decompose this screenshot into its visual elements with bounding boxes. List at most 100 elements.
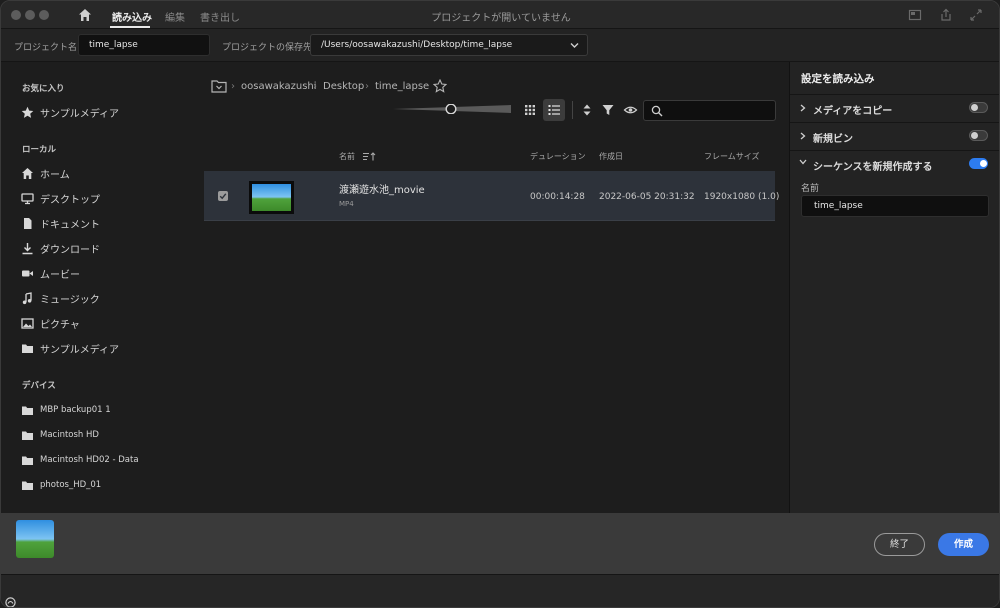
active-tab-indicator <box>110 26 150 28</box>
check-icon <box>219 193 227 200</box>
chevron-right-icon[interactable] <box>800 104 806 112</box>
project-name-label: プロジェクト名 <box>14 43 78 53</box>
status-bar <box>1 574 999 607</box>
devices-section-title: デバイス <box>22 381 56 391</box>
filter-icon[interactable] <box>601 103 615 117</box>
sidebar-item-sample-media[interactable]: サンプルメディア <box>21 340 191 356</box>
workspace-icon[interactable] <box>908 8 922 22</box>
column-header-duration[interactable]: デュレーション <box>530 151 586 162</box>
project-name-input[interactable]: time_lapse <box>78 34 210 56</box>
picture-icon <box>21 317 34 329</box>
column-header-frame-size[interactable]: フレームサイズ <box>704 151 760 162</box>
sidebar <box>1 62 201 513</box>
favorites-section-title: お気に入り <box>22 84 65 94</box>
breadcrumb-item-user[interactable]: oosawakazushi <box>241 81 317 92</box>
sidebar-item-label: photos_HD_01 <box>40 480 102 490</box>
music-note-icon <box>22 291 32 304</box>
new-sequence-label: シーケンスを新規作成する <box>813 162 933 173</box>
breadcrumb-item-desktop[interactable]: Desktop <box>323 81 364 92</box>
home-icon <box>22 167 33 179</box>
sort-ascending-icon <box>362 152 375 161</box>
star-icon <box>21 106 34 118</box>
sidebar-item-label: MBP backup01 1 <box>40 405 111 415</box>
creative-cloud-icon[interactable] <box>5 597 16 608</box>
eye-icon[interactable] <box>623 103 638 117</box>
folder-icon <box>22 481 33 490</box>
sidebar-item-documents[interactable]: ドキュメント <box>21 215 191 231</box>
breadcrumb-separator: › <box>365 81 369 92</box>
toolbar-divider <box>572 101 573 119</box>
download-icon <box>22 242 33 254</box>
folder-icon <box>22 406 33 415</box>
sort-icon[interactable] <box>580 103 594 117</box>
column-header-label: 名前 <box>339 152 355 161</box>
sequence-name-input[interactable]: time_lapse <box>801 195 989 217</box>
sidebar-item-label: ダウンロード <box>40 244 100 256</box>
clip-type: MP4 <box>339 200 354 208</box>
new-bin-label: 新規ビン <box>813 134 853 145</box>
title-bar: 読み込み 編集 書き出し プロジェクトが開いていません <box>1 1 999 29</box>
column-header-created[interactable]: 作成日 <box>599 151 623 162</box>
copy-media-label: メディアをコピー <box>813 106 893 117</box>
column-header-name[interactable]: 名前 <box>339 151 376 162</box>
selection-tray <box>1 513 999 574</box>
clip-thumbnail[interactable] <box>249 181 294 214</box>
row-checkbox[interactable] <box>218 191 228 201</box>
toggle-knob <box>971 132 978 139</box>
project-location-select[interactable]: /Users/oosawakazushi/Desktop/time_lapse <box>310 34 588 56</box>
landscape-thumbnail-image <box>252 184 291 211</box>
sequence-name-label: 名前 <box>801 184 820 194</box>
folder-browse-icon[interactable] <box>211 79 227 93</box>
chevron-down-icon[interactable] <box>799 159 807 165</box>
sidebar-item-label: ドキュメント <box>40 219 100 231</box>
sidebar-item-desktop[interactable]: デスクトップ <box>21 190 191 206</box>
toggle-knob <box>980 160 987 167</box>
new-sequence-toggle[interactable] <box>969 158 988 169</box>
sidebar-item-device-photos-hd[interactable]: photos_HD_01 <box>21 477 191 493</box>
clip-created: 2022-06-05 20:31:32 <box>599 192 695 202</box>
grid-view-icon[interactable] <box>519 99 541 121</box>
project-location-label: プロジェクトの保存先 <box>222 43 313 53</box>
copy-media-toggle[interactable] <box>969 102 988 113</box>
sidebar-item-home[interactable]: ホーム <box>21 165 191 181</box>
exit-button[interactable]: 終了 <box>874 533 925 556</box>
monitor-icon <box>21 192 34 204</box>
breadcrumb-item-time-lapse[interactable]: time_lapse <box>375 81 429 92</box>
sidebar-item-label: サンプルメディア <box>40 344 119 356</box>
sidebar-item-downloads[interactable]: ダウンロード <box>21 240 191 256</box>
window-title: プロジェクトが開いていません <box>431 13 571 24</box>
import-settings-title: 設定を読み込み <box>801 73 875 85</box>
video-camera-icon <box>22 270 33 276</box>
sidebar-item-music[interactable]: ミュージック <box>21 290 191 306</box>
project-location-value: /Users/oosawakazushi/Desktop/time_lapse <box>321 40 513 50</box>
sidebar-item-label: ホーム <box>40 169 70 181</box>
sidebar-item-device-mbp-backup[interactable]: MBP backup01 1 <box>21 402 191 418</box>
folder-icon <box>22 344 33 353</box>
sidebar-item-label: デスクトップ <box>40 194 100 206</box>
selected-clip-thumbnail[interactable] <box>16 520 54 558</box>
thumbnail-size-slider[interactable] <box>393 104 511 114</box>
sidebar-item-label: Macintosh HD02 - Data <box>40 455 139 465</box>
import-window: 読み込み 編集 書き出し プロジェクトが開いていません プロジェクト名 time… <box>0 0 1000 608</box>
sidebar-item-sample-media-favorite[interactable]: サンプルメディア <box>21 104 191 120</box>
fullscreen-icon[interactable] <box>969 8 983 22</box>
sidebar-item-label: Macintosh HD <box>40 430 99 440</box>
document-icon <box>24 217 32 229</box>
sidebar-item-movies[interactable]: ムービー <box>21 265 191 281</box>
search-icon <box>651 105 663 117</box>
local-section-title: ローカル <box>22 145 57 155</box>
breadcrumb-separator: › <box>231 81 235 92</box>
sidebar-item-device-macintosh-hd02[interactable]: Macintosh HD02 - Data <box>21 452 191 468</box>
search-input[interactable] <box>643 100 776 121</box>
sidebar-item-label: ピクチャ <box>40 319 80 331</box>
share-icon[interactable] <box>939 8 953 22</box>
breadcrumb-separator: › <box>313 81 317 92</box>
sidebar-item-pictures[interactable]: ピクチャ <box>21 315 191 331</box>
chevron-right-icon[interactable] <box>800 132 806 140</box>
list-view-icon[interactable] <box>543 99 565 121</box>
star-outline-icon[interactable] <box>433 79 447 93</box>
sidebar-item-device-macintosh-hd[interactable]: Macintosh HD <box>21 427 191 443</box>
create-button[interactable]: 作成 <box>938 533 989 556</box>
folder-icon <box>22 431 33 440</box>
new-bin-toggle[interactable] <box>969 130 988 141</box>
